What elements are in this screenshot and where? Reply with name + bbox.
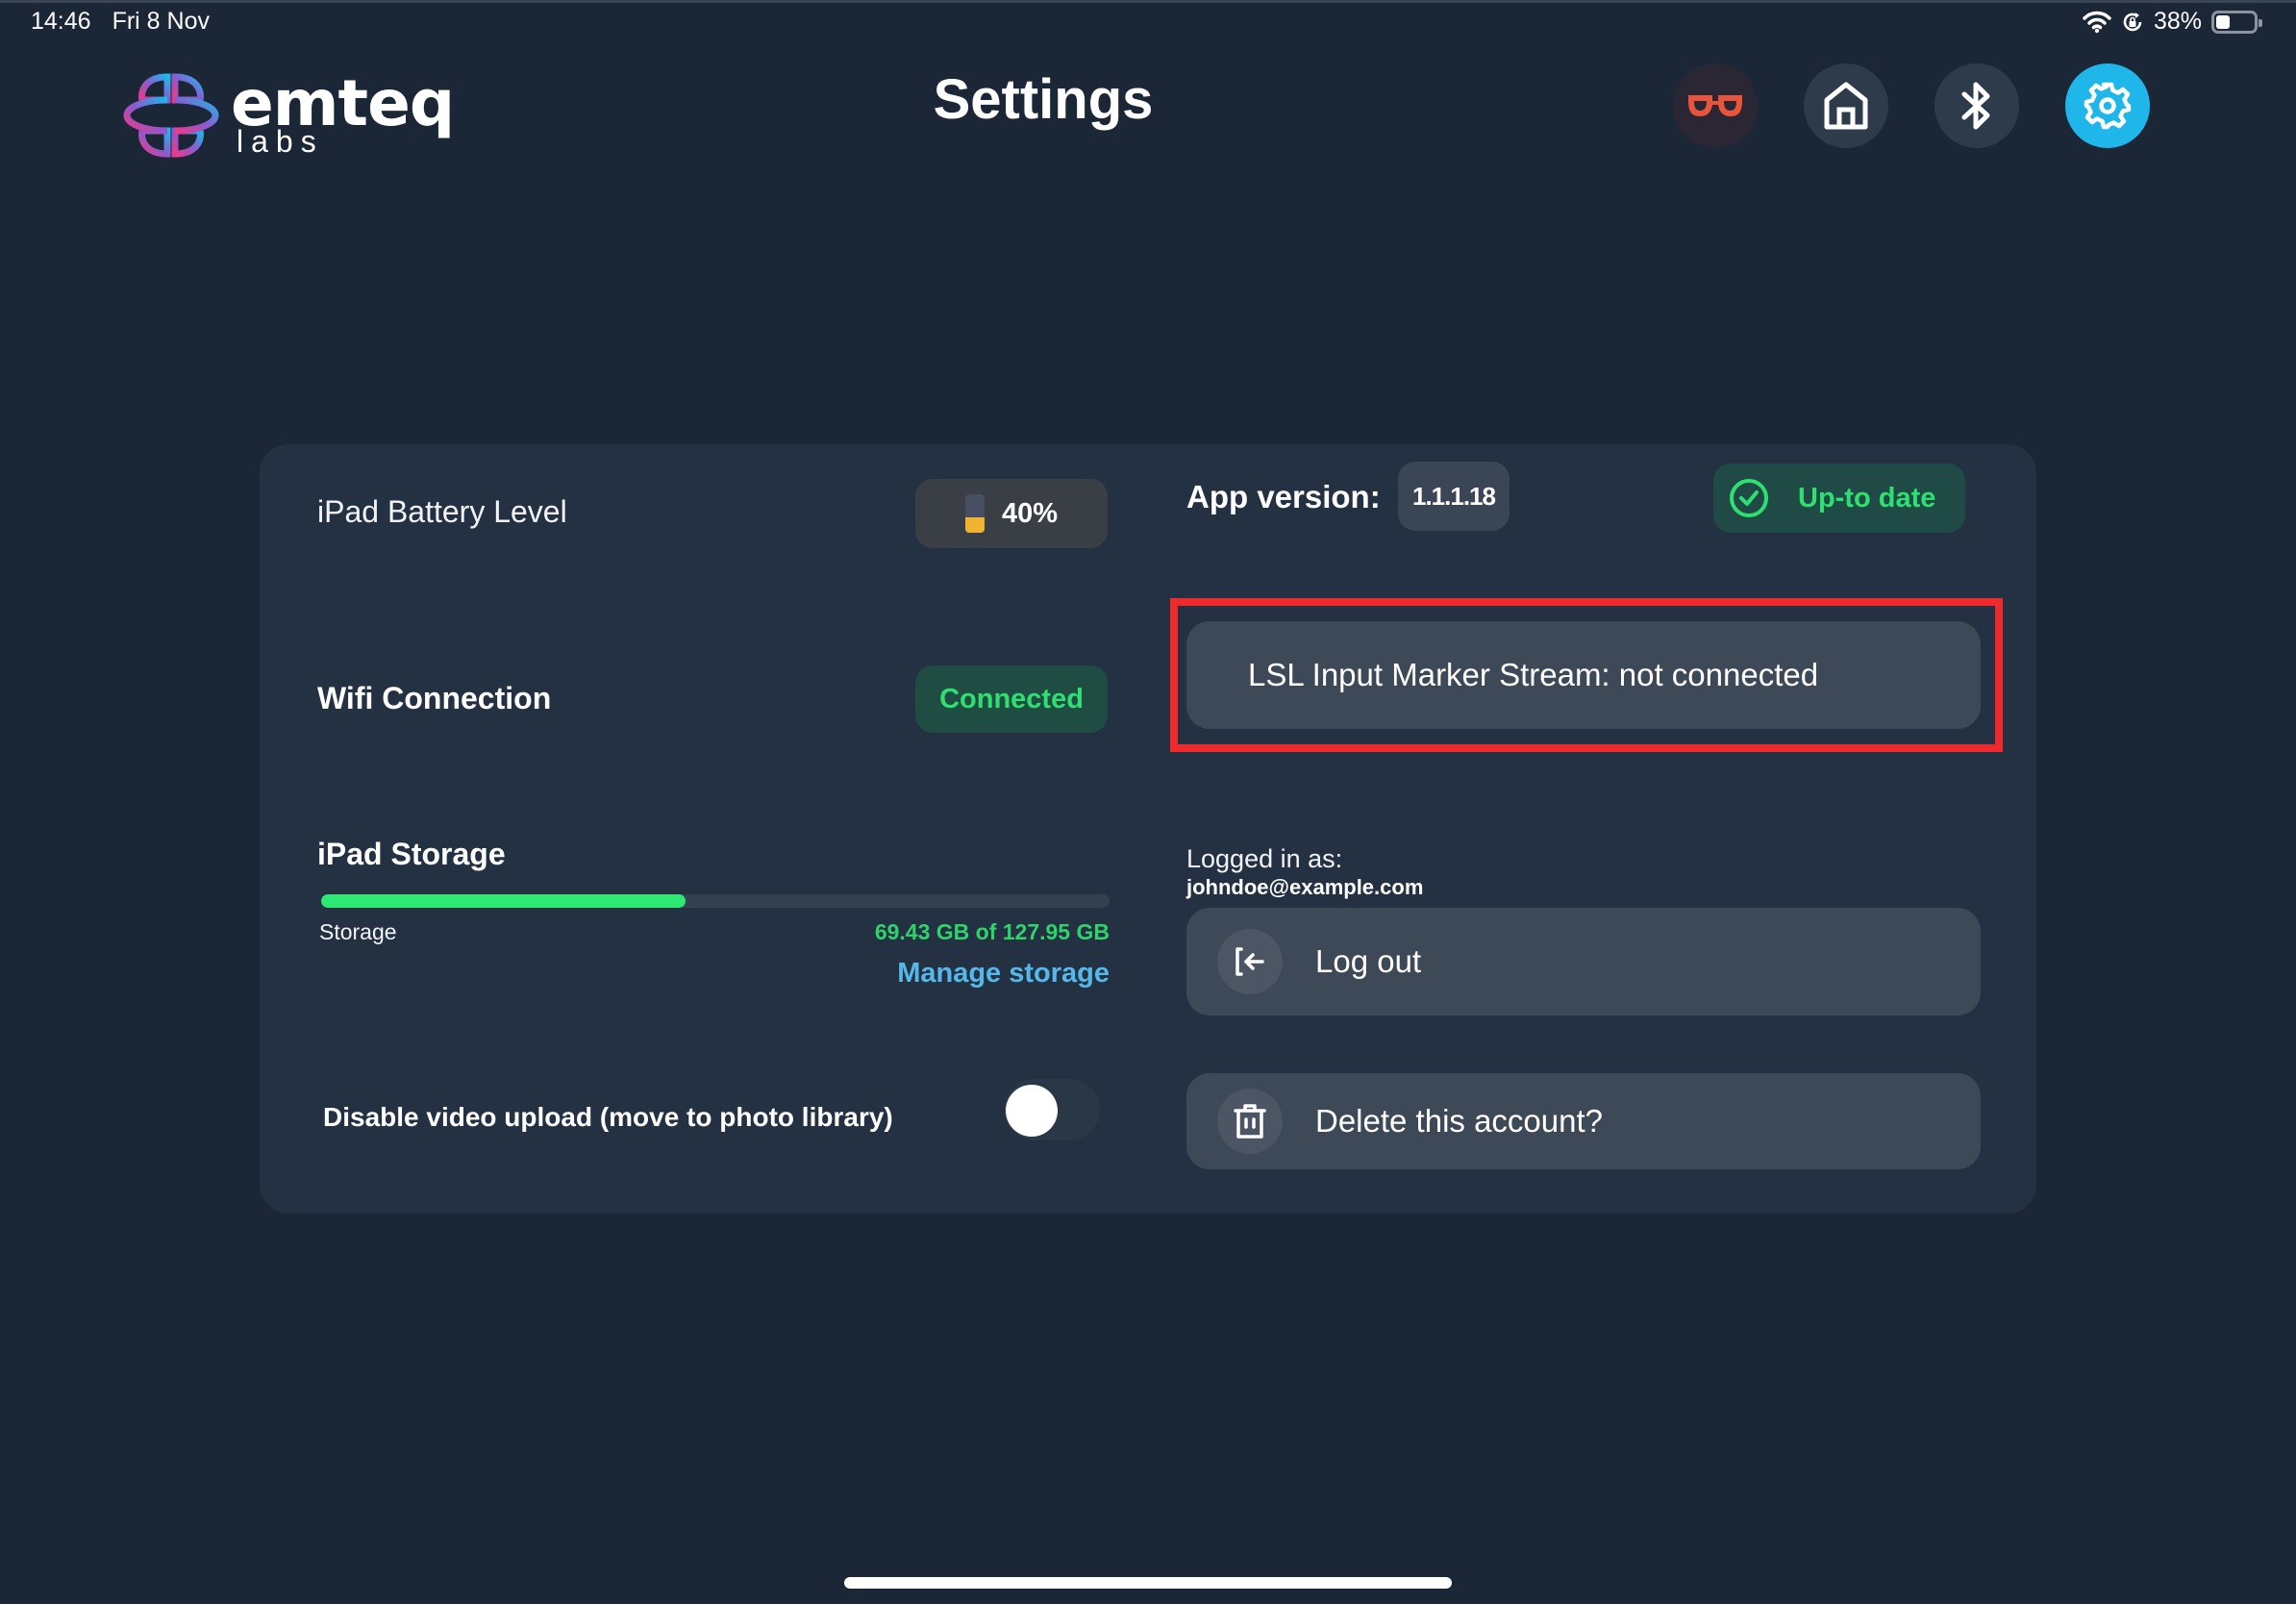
delete-account-label: Delete this account? bbox=[1315, 1103, 1604, 1139]
status-bar-left: 14:46 Fri 8 Nov bbox=[31, 8, 210, 36]
update-status-badge: Up-to date bbox=[1713, 464, 1965, 533]
wifi-status-text: Connected bbox=[939, 683, 1084, 714]
video-upload-toggle[interactable] bbox=[1004, 1079, 1100, 1140]
lsl-stream-status: LSL Input Marker Stream: not connected bbox=[1186, 621, 1981, 729]
storage-progress-fill bbox=[321, 894, 686, 908]
check-circle-icon bbox=[1730, 479, 1768, 517]
logout-label: Log out bbox=[1315, 943, 1422, 979]
gear-icon bbox=[2084, 82, 2132, 130]
logout-icon-wrap bbox=[1217, 929, 1283, 994]
rotation-lock-icon bbox=[2121, 11, 2144, 34]
battery-level-icon bbox=[964, 494, 985, 533]
wifi-icon bbox=[2083, 11, 2111, 34]
storage-sub-label: Storage bbox=[319, 919, 397, 944]
lsl-stream-text: LSL Input Marker Stream: not connected bbox=[1248, 657, 1819, 692]
app-version-label: App version: bbox=[1186, 479, 1381, 514]
bluetooth-icon bbox=[1961, 82, 1990, 130]
wifi-label: Wifi Connection bbox=[317, 681, 552, 715]
status-time: 14:46 bbox=[31, 8, 91, 35]
storage-value: 69.43 GB of 127.95 GB bbox=[874, 919, 1110, 944]
top-nav bbox=[1673, 63, 2150, 148]
toggle-knob bbox=[1006, 1085, 1058, 1137]
battery-value: 40% bbox=[1001, 497, 1059, 529]
update-status-text: Up-to date bbox=[1798, 482, 1936, 514]
trash-icon-wrap bbox=[1217, 1089, 1283, 1154]
wifi-status-badge: Connected bbox=[915, 665, 1108, 733]
storage-title: iPad Storage bbox=[317, 837, 506, 871]
delete-account-button[interactable]: Delete this account? bbox=[1186, 1073, 1981, 1169]
app-version-badge: 1.1.1.18 bbox=[1398, 462, 1510, 531]
logout-button[interactable]: Log out bbox=[1186, 908, 1981, 1015]
screen-top-edge bbox=[0, 0, 2296, 3]
settings-card: iPad Battery Level 40% Wifi Connection C… bbox=[260, 444, 2036, 1214]
status-date: Fri 8 Nov bbox=[112, 8, 210, 35]
nav-bluetooth-button[interactable] bbox=[1934, 63, 2019, 148]
manage-storage-link[interactable]: Manage storage bbox=[897, 958, 1110, 990]
video-upload-label: Disable video upload (move to photo libr… bbox=[323, 1102, 893, 1132]
battery-status-pill: 40% bbox=[915, 479, 1108, 548]
logout-icon bbox=[1235, 947, 1264, 976]
storage-progress-bar bbox=[321, 894, 1110, 908]
nav-home-button[interactable] bbox=[1804, 63, 1888, 148]
nav-glasses-button[interactable] bbox=[1673, 63, 1758, 148]
glasses-icon bbox=[1688, 95, 1742, 116]
status-battery-percent: 38% bbox=[2153, 8, 2202, 35]
app-version-value: 1.1.1.18 bbox=[1412, 481, 1496, 511]
status-bar-right: 38% bbox=[2083, 8, 2262, 36]
battery-icon bbox=[2211, 10, 2262, 34]
battery-label: iPad Battery Level bbox=[317, 494, 567, 529]
trash-icon bbox=[1234, 1104, 1266, 1139]
logged-in-email: johndoe@example.com bbox=[1186, 875, 1424, 899]
logged-in-label: Logged in as: bbox=[1186, 844, 1343, 873]
home-icon bbox=[1824, 82, 1868, 130]
nav-settings-button[interactable] bbox=[2065, 63, 2150, 148]
home-indicator[interactable] bbox=[844, 1577, 1452, 1589]
